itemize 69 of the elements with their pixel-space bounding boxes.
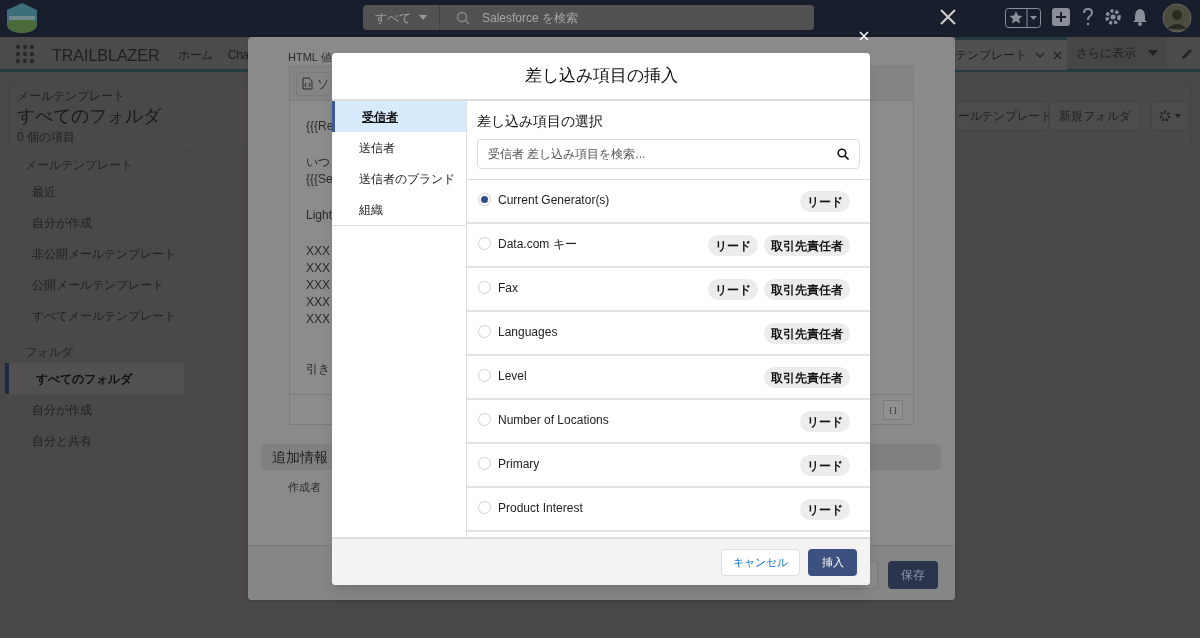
search-icon[interactable]	[837, 148, 849, 160]
field-name: Primary	[498, 456, 540, 473]
field-name: Product Interest	[498, 500, 583, 517]
category-tab[interactable]: 組織	[332, 194, 466, 225]
body-text-line: XXX	[306, 294, 330, 311]
logo-icon[interactable]	[4, 2, 40, 34]
object-tag: 取引先責任者	[764, 279, 850, 300]
field-row[interactable]: Number of Locations リード	[467, 400, 870, 444]
body-text-line: Light	[306, 207, 333, 224]
category-tab[interactable]: 送信者	[332, 132, 466, 163]
caret-icon[interactable]	[1148, 50, 1158, 56]
field-name: Data.com キー	[498, 236, 577, 253]
body-text-line: XXX	[306, 260, 330, 277]
scope-dropdown[interactable]: すべて	[363, 5, 440, 30]
chevron-down-icon[interactable]	[1035, 52, 1045, 58]
caret-icon[interactable]	[1175, 114, 1181, 118]
app-launcher-icon[interactable]	[15, 44, 35, 64]
body-text-line: XXX	[306, 311, 330, 328]
help-icon[interactable]	[1082, 8, 1094, 26]
search-field[interactable]: すべて Salesforce を検索	[363, 5, 814, 30]
caret-icon[interactable]	[419, 15, 427, 20]
category-tab[interactable]: 送信者のブランド	[332, 163, 466, 194]
body-text-line: いつ	[306, 154, 330, 171]
object-tag: リード	[708, 235, 758, 256]
document-code-icon[interactable]	[302, 77, 313, 90]
insert-button[interactable]: 挿入	[808, 548, 857, 576]
sidebar-item[interactable]: すべてのフォルダ	[5, 363, 184, 394]
body-text-line: {{{Se	[306, 171, 333, 188]
field-row[interactable]: Primary リード	[467, 444, 870, 488]
object-tag: リード	[800, 411, 850, 432]
field-name: Level	[498, 368, 527, 385]
body-text-line: 引き	[306, 361, 330, 378]
add-icon[interactable]	[1052, 8, 1070, 26]
notification-bell-icon[interactable]	[1132, 8, 1148, 26]
search-field[interactable]: 受信者 差し込み項目を検索...	[477, 139, 860, 169]
object-tag: リード	[800, 499, 850, 520]
avatar-icon[interactable]	[1162, 3, 1192, 33]
object-tag: リード	[800, 191, 850, 212]
object-tag: 取引先責任者	[764, 323, 850, 344]
save-button[interactable]: 保存	[888, 561, 938, 589]
merge-field-button[interactable]: { }	[883, 399, 903, 420]
dialog-title: 差し込み項目の挿入	[524, 65, 678, 88]
body-text-line: XXX	[306, 277, 330, 294]
search-placeholder: Salesforce を検索	[482, 9, 579, 27]
field-name: Current Generator(s)	[498, 192, 610, 209]
settings-menu-button[interactable]	[1151, 101, 1189, 131]
panel-heading: 差し込み項目の選択	[476, 112, 604, 131]
field-name: Number of Locations	[498, 412, 609, 429]
body-text-line: XXX	[306, 243, 330, 260]
category-tab[interactable]: 受信者	[332, 101, 466, 132]
cancel-button[interactable]: キャンセル	[721, 548, 800, 576]
object-tag: 取引先責任者	[764, 235, 850, 256]
field-label: 作成者	[288, 480, 321, 495]
pencil-icon[interactable]	[1181, 48, 1193, 60]
object-tag: リード	[800, 455, 850, 476]
field-row[interactable]: Data.com キー リード 取引先責任者	[467, 224, 870, 268]
field-name: Languages	[498, 324, 558, 341]
field-row[interactable]: Fax リード 取引先責任者	[467, 268, 870, 312]
field-name: Fax	[498, 280, 518, 297]
field-row[interactable]: Languages 取引先責任者	[467, 312, 870, 356]
field-row[interactable]: Level 取引先責任者	[467, 356, 870, 400]
object-tag: リード	[708, 279, 758, 300]
favorites-icon[interactable]	[1005, 8, 1041, 28]
object-tag: 取引先責任者	[764, 367, 850, 388]
body-text-line: {{{Re	[306, 118, 334, 135]
search-placeholder: 受信者 差し込み項目を検索...	[488, 146, 646, 163]
field-row[interactable]: Current Generator(s) リード	[467, 180, 870, 224]
field-row[interactable]: Product Interest リード	[467, 488, 870, 532]
field-label: HTML 値	[288, 50, 332, 65]
